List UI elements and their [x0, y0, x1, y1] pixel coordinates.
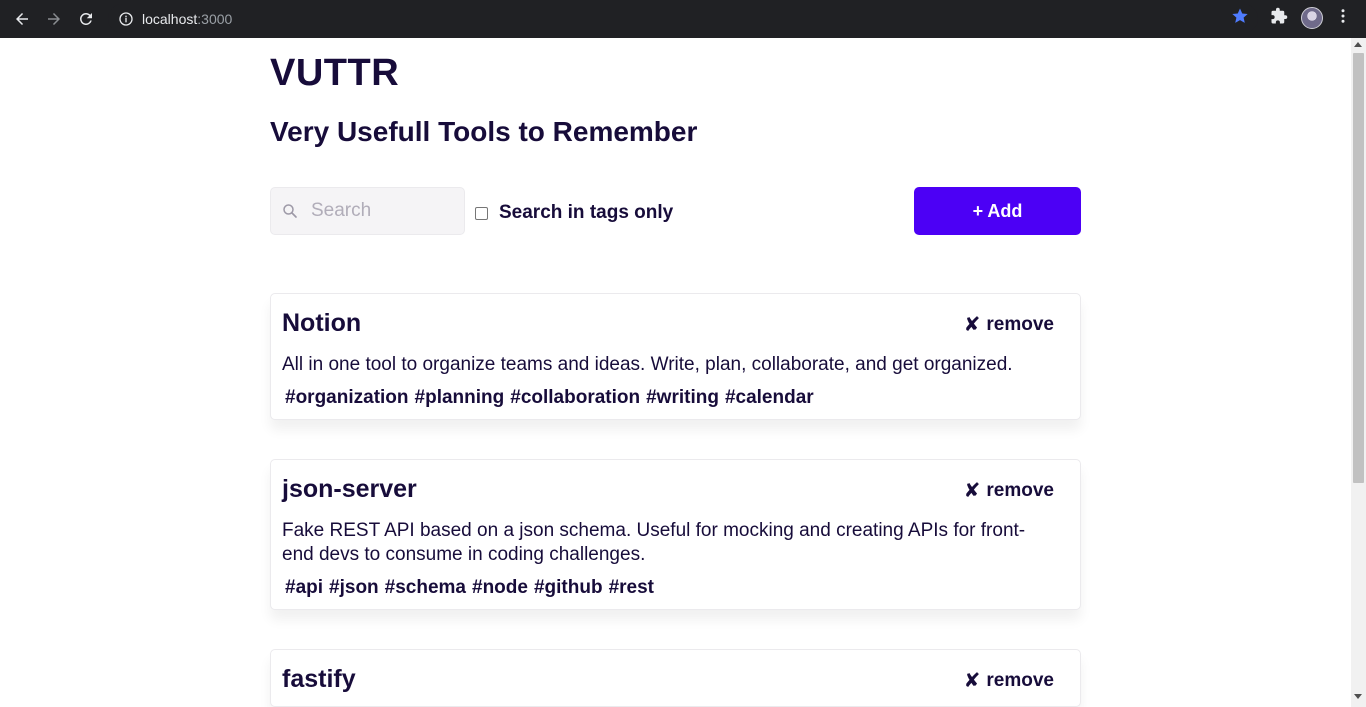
tags-only-checkbox[interactable] — [475, 206, 488, 220]
reload-icon — [79, 12, 92, 25]
tag: #calendar — [724, 387, 814, 408]
tool-card: fastify ✘ remove — [270, 649, 1081, 707]
tag: #writing — [646, 387, 719, 408]
tag: #node — [472, 577, 528, 598]
tool-name: Notion — [282, 309, 362, 337]
app-subtitle: Very Usefull Tools to Remember — [270, 116, 698, 147]
tags-only-label[interactable]: Search in tags only — [499, 202, 673, 224]
scroll-down-icon[interactable] — [1354, 694, 1362, 699]
page-scrollbar[interactable] — [1351, 38, 1366, 707]
star-icon — [1232, 8, 1248, 23]
remove-button[interactable]: ✘ remove — [964, 312, 1054, 337]
search-box[interactable] — [270, 187, 465, 235]
remove-button[interactable]: ✘ remove — [964, 478, 1054, 503]
search-input[interactable] — [311, 200, 461, 222]
profile-button[interactable] — [1301, 7, 1323, 29]
tag: #schema — [384, 577, 466, 598]
address-bar[interactable]: localhost:3000 — [108, 4, 1258, 33]
close-icon: ✘ — [963, 314, 981, 336]
browser-toolbar: localhost:3000 — [0, 0, 1366, 38]
tag: #json — [329, 577, 379, 598]
menu-button[interactable] — [1334, 7, 1352, 25]
scroll-up-icon[interactable] — [1354, 42, 1362, 47]
bookmark-button[interactable] — [1231, 7, 1249, 25]
reload-button[interactable] — [75, 8, 97, 30]
tool-tags: #organization #planning #collaboration #… — [285, 387, 814, 409]
back-arrow-icon — [16, 13, 28, 25]
tool-name: fastify — [282, 665, 356, 693]
puzzle-icon — [1271, 7, 1288, 24]
tool-tags: #api #json #schema #node #github #rest — [285, 577, 654, 599]
back-button[interactable] — [11, 8, 33, 30]
extensions-button[interactable] — [1270, 7, 1288, 25]
remove-label: remove — [986, 313, 1054, 335]
tags-only-filter[interactable]: Search in tags only — [475, 202, 673, 224]
tool-card: Notion ✘ remove All in one tool to organ… — [270, 293, 1081, 420]
tag: #api — [285, 577, 324, 598]
url-host: localhost — [142, 10, 198, 27]
app-title: VUTTR — [270, 52, 400, 94]
tag: #github — [533, 577, 603, 598]
tag: #collaboration — [510, 387, 641, 408]
info-icon[interactable] — [118, 11, 134, 27]
tag: #planning — [414, 387, 505, 408]
forward-arrow-icon — [48, 13, 60, 25]
avatar — [1301, 7, 1323, 29]
tool-description: Fake REST API based on a json schema. Us… — [282, 520, 1026, 565]
tag: #organization — [285, 387, 409, 408]
close-icon: ✘ — [963, 480, 981, 502]
scroll-thumb[interactable] — [1353, 53, 1364, 483]
forward-button[interactable] — [43, 8, 65, 30]
tool-card: json-server ✘ remove Fake REST API based… — [270, 459, 1081, 610]
kebab-menu-icon — [1341, 9, 1345, 23]
tag: #rest — [608, 577, 654, 598]
close-icon: ✘ — [963, 670, 981, 692]
remove-label: remove — [986, 669, 1054, 691]
remove-label: remove — [986, 479, 1054, 501]
remove-button[interactable]: ✘ remove — [964, 668, 1054, 693]
tool-name: json-server — [282, 475, 417, 503]
search-icon — [283, 204, 297, 218]
url-port: :3000 — [197, 10, 233, 27]
add-tool-button[interactable]: + Add — [914, 187, 1081, 235]
tool-description: All in one tool to organize teams and id… — [282, 354, 1013, 375]
